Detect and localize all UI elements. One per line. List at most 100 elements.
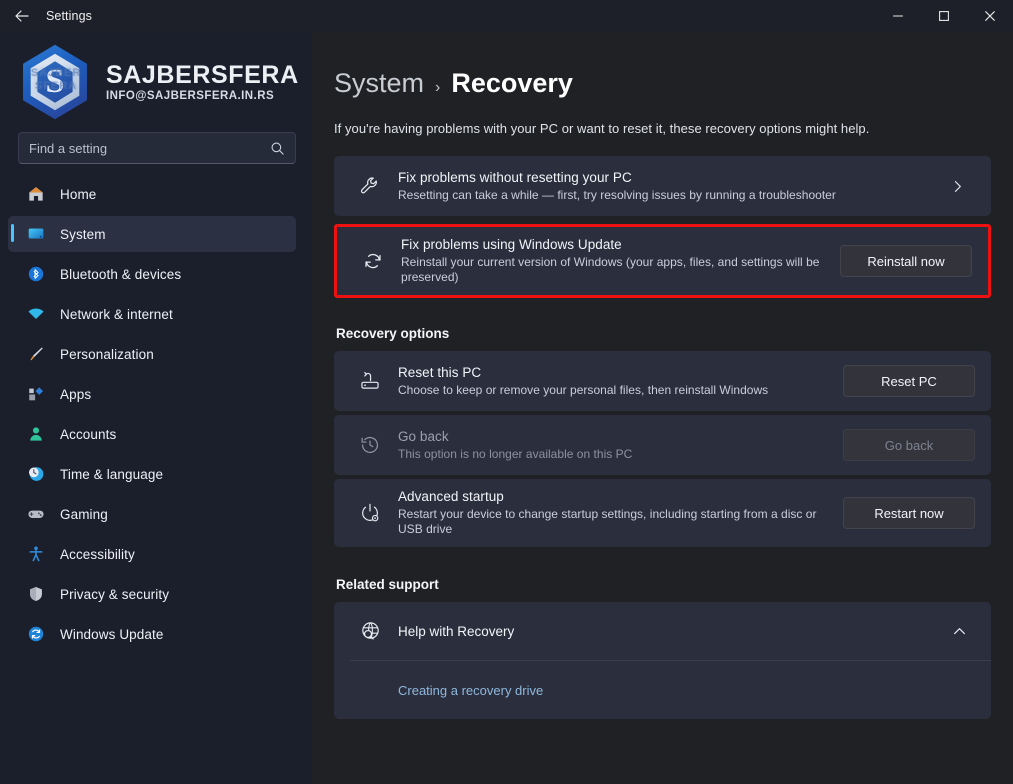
- sidebar-item-label: Accessibility: [60, 547, 135, 562]
- globe-search-icon: [350, 620, 390, 643]
- sidebar-item-label: Bluetooth & devices: [60, 267, 181, 282]
- sidebar-nav: Home System: [0, 176, 312, 656]
- card-title: Go back: [398, 429, 833, 444]
- card-description: Restart your device to change startup se…: [398, 507, 833, 537]
- update-icon: [26, 624, 46, 644]
- search-box[interactable]: [18, 132, 296, 164]
- sidebar-item-label: Gaming: [60, 507, 108, 522]
- sidebar-item-gaming[interactable]: Gaming: [8, 496, 296, 532]
- highlight-annotation-box: Fix problems using Windows Update Reinst…: [334, 224, 991, 298]
- person-icon: [26, 424, 46, 444]
- brand-email: INFO@SAJBERSFERA.IN.RS: [106, 90, 299, 102]
- minimize-icon: [892, 10, 904, 22]
- sidebar-item-label: Accounts: [60, 427, 116, 442]
- card-description: This option is no longer available on th…: [398, 447, 833, 462]
- support-link-row[interactable]: Creating a recovery drive: [334, 661, 991, 719]
- monitor-icon: [26, 224, 46, 244]
- maximize-button[interactable]: [921, 0, 967, 32]
- go-back-button: Go back: [843, 429, 975, 461]
- search-container: [0, 132, 312, 164]
- recovery-options-heading: Recovery options: [336, 326, 991, 341]
- breadcrumb-separator-icon: ›: [435, 79, 440, 97]
- sidebar-item-label: Time & language: [60, 467, 163, 482]
- search-input[interactable]: [29, 141, 270, 156]
- card-title: Fix problems without resetting your PC: [398, 170, 929, 185]
- reset-pc-button[interactable]: Reset PC: [843, 365, 975, 397]
- card-description: Reinstall your current version of Window…: [401, 255, 830, 285]
- reinstall-now-button[interactable]: Reinstall now: [840, 245, 972, 277]
- sidebar-item-network-internet[interactable]: Network & internet: [8, 296, 296, 332]
- card-text-block: Go back This option is no longer availab…: [390, 419, 843, 472]
- card-text-block: Fix problems using Windows Update Reinst…: [393, 227, 840, 295]
- card-fix-problems-without-resetting[interactable]: Fix problems without resetting your PC R…: [334, 156, 991, 216]
- card-reset-this-pc[interactable]: Reset this PC Choose to keep or remove y…: [334, 351, 991, 411]
- apps-icon: [26, 384, 46, 404]
- history-clock-icon: [350, 434, 390, 456]
- creating-a-recovery-drive-link[interactable]: Creating a recovery drive: [398, 683, 543, 698]
- sidebar-item-personalization[interactable]: Personalization: [8, 336, 296, 372]
- sidebar-item-accessibility[interactable]: Accessibility: [8, 536, 296, 572]
- home-icon: [26, 184, 46, 204]
- help-with-recovery-label: Help with Recovery: [390, 624, 943, 639]
- card-go-back: Go back This option is no longer availab…: [334, 415, 991, 475]
- power-gear-icon: [350, 502, 390, 524]
- refresh-icon: [353, 250, 393, 272]
- sidebar-item-label: Privacy & security: [60, 587, 169, 602]
- card-description: Resetting can take a while — first, try …: [398, 188, 929, 203]
- minimize-button[interactable]: [875, 0, 921, 32]
- logo-letter: S: [46, 65, 65, 99]
- help-with-recovery-header[interactable]: Help with Recovery: [334, 602, 991, 660]
- breadcrumb-parent[interactable]: System: [334, 68, 424, 99]
- related-support-heading: Related support: [336, 577, 991, 592]
- card-text-block: Fix problems without resetting your PC R…: [390, 160, 939, 213]
- sidebar-item-apps[interactable]: Apps: [8, 376, 296, 412]
- brand-name: SAJBERSFERA: [106, 63, 299, 88]
- sidebar-item-label: Network & internet: [60, 307, 173, 322]
- wrench-icon: [350, 175, 390, 197]
- sidebar-item-bluetooth-devices[interactable]: Bluetooth & devices: [8, 256, 296, 292]
- sajbersfera-logo: S SAJBER SFERA: [12, 39, 98, 125]
- sidebar-item-label: Personalization: [60, 347, 154, 362]
- window-body: S SAJBER SFERA SAJBERSFERA INFO@SAJBERSF…: [0, 32, 1013, 784]
- close-button[interactable]: [967, 0, 1013, 32]
- main-content: System › Recovery If you're having probl…: [312, 32, 1013, 784]
- card-title: Advanced startup: [398, 489, 833, 504]
- bluetooth-icon: [26, 264, 46, 284]
- chevron-up-icon[interactable]: [943, 624, 975, 639]
- page-title: Recovery: [451, 68, 573, 99]
- card-advanced-startup[interactable]: Advanced startup Restart your device to …: [334, 479, 991, 547]
- clock-globe-icon: [26, 464, 46, 484]
- paintbrush-icon: [26, 344, 46, 364]
- hexagon-logo-icon: S: [12, 39, 98, 125]
- sidebar-item-windows-update[interactable]: Windows Update: [8, 616, 296, 652]
- sidebar-item-home[interactable]: Home: [8, 176, 296, 212]
- help-with-recovery-card: Help with Recovery Creating a recovery d…: [334, 602, 991, 719]
- chevron-right-icon[interactable]: [939, 179, 975, 194]
- sidebar-item-label: Apps: [60, 387, 91, 402]
- accessibility-icon: [26, 544, 46, 564]
- arrow-left-icon: [14, 8, 30, 24]
- sidebar-item-label: System: [60, 227, 106, 242]
- sidebar-item-accounts[interactable]: Accounts: [8, 416, 296, 452]
- card-fix-problems-using-windows-update[interactable]: Fix problems using Windows Update Reinst…: [337, 227, 988, 295]
- card-text-block: Reset this PC Choose to keep or remove y…: [390, 355, 843, 408]
- back-button[interactable]: [0, 0, 44, 32]
- wifi-icon: [26, 304, 46, 324]
- restart-now-button[interactable]: Restart now: [843, 497, 975, 529]
- sidebar-item-time-language[interactable]: Time & language: [8, 456, 296, 492]
- card-title: Reset this PC: [398, 365, 833, 380]
- search-icon: [270, 141, 285, 156]
- reset-pc-icon: [350, 370, 390, 392]
- brand-text-block: SAJBERSFERA INFO@SAJBERSFERA.IN.RS: [106, 63, 299, 102]
- sidebar-item-label: Windows Update: [60, 627, 163, 642]
- sidebar-item-privacy-security[interactable]: Privacy & security: [8, 576, 296, 612]
- sidebar: S SAJBER SFERA SAJBERSFERA INFO@SAJBERSF…: [0, 32, 312, 784]
- sidebar-item-label: Home: [60, 187, 96, 202]
- intro-text: If you're having problems with your PC o…: [334, 121, 991, 136]
- card-text-block: Advanced startup Restart your device to …: [390, 479, 843, 547]
- card-description: Choose to keep or remove your personal f…: [398, 383, 833, 398]
- shield-icon: [26, 584, 46, 604]
- maximize-icon: [938, 10, 950, 22]
- sidebar-item-system[interactable]: System: [8, 216, 296, 252]
- window-title: Settings: [44, 9, 92, 23]
